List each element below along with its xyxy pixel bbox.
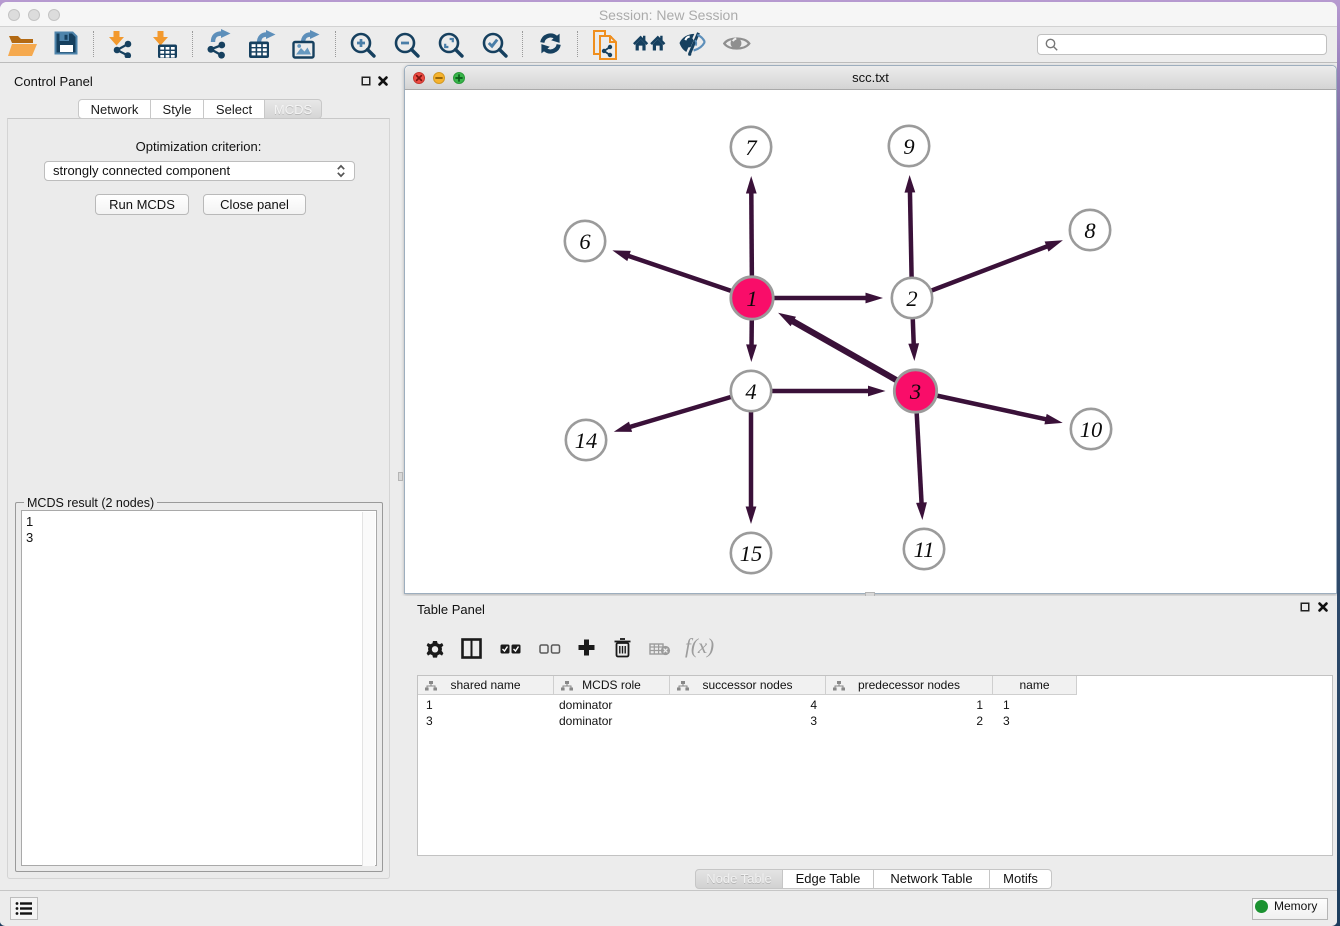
svg-text:1: 1 — [746, 286, 757, 311]
svg-text:9: 9 — [903, 134, 914, 159]
svg-text:8: 8 — [1084, 218, 1095, 243]
svg-text:7: 7 — [745, 135, 758, 160]
svg-text:2: 2 — [906, 286, 917, 311]
svg-text:15: 15 — [740, 541, 763, 566]
svg-text:3: 3 — [909, 379, 921, 404]
svg-text:10: 10 — [1080, 417, 1103, 442]
svg-text:6: 6 — [579, 229, 591, 254]
svg-text:11: 11 — [914, 537, 935, 562]
svg-text:14: 14 — [575, 428, 598, 453]
svg-text:4: 4 — [745, 379, 756, 404]
